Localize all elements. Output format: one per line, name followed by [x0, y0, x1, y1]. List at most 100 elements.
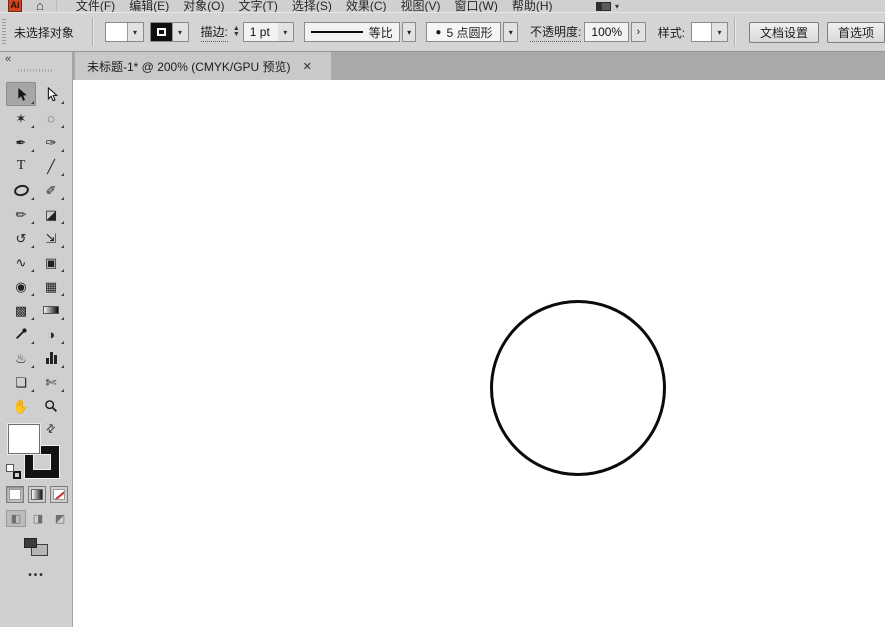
stroke-profile-dropdown[interactable]: 等比: [303, 22, 400, 42]
panel-grip[interactable]: [2, 19, 6, 45]
none-button[interactable]: [50, 486, 68, 503]
perspective-grid-tool[interactable]: ▦: [36, 274, 66, 298]
shape-builder-tool[interactable]: ◉: [6, 274, 36, 298]
ellipse-tool[interactable]: [6, 178, 36, 202]
pen-icon: ✒: [15, 134, 27, 150]
artboard-tool[interactable]: ❏: [6, 370, 36, 394]
width-tool[interactable]: ∿: [6, 250, 36, 274]
lasso-tool[interactable]: ◌: [36, 106, 66, 130]
collapse-panel-button[interactable]: «: [5, 53, 11, 65]
draw-inside-button[interactable]: ◩: [50, 510, 70, 527]
rotate-tool[interactable]: ↺: [6, 226, 36, 250]
eyedropper-tool[interactable]: [6, 322, 36, 346]
stroke-swatch[interactable]: [150, 23, 173, 41]
menu-edit[interactable]: 编辑(E): [122, 0, 176, 12]
stroke-weight-label[interactable]: 描边:: [200, 23, 228, 42]
artboard-icon: ❏: [15, 374, 27, 390]
column-graph-tool[interactable]: [36, 346, 66, 370]
chevron-down-icon[interactable]: ▾: [712, 23, 728, 41]
close-icon[interactable]: ✕: [303, 60, 312, 73]
chevron-down-icon[interactable]: ▾: [503, 22, 519, 42]
color-icon: [9, 489, 21, 500]
free-transform-tool[interactable]: ▣: [36, 250, 66, 274]
eraser-tool[interactable]: ◪: [36, 202, 66, 226]
symbol-sprayer-icon: ♨: [15, 350, 27, 366]
ellipse-shape[interactable]: [490, 300, 666, 476]
magic-wand-tool[interactable]: ✶: [6, 106, 36, 130]
gradient-tool[interactable]: [36, 298, 66, 322]
type-icon: T: [16, 158, 26, 173]
menu-select[interactable]: 选择(S): [285, 0, 339, 12]
draw-normal-button[interactable]: ◧: [6, 510, 26, 527]
free-transform-icon: ▣: [44, 254, 58, 270]
selection-tool[interactable]: [6, 82, 36, 106]
chevron-down-icon[interactable]: ▾: [277, 23, 293, 41]
menu-items: 文件(F) 编辑(E) 对象(O) 文字(T) 选择(S) 效果(C) 视图(V…: [69, 0, 560, 12]
stroke-weight-value[interactable]: 1 pt: [244, 25, 278, 39]
menu-effect[interactable]: 效果(C): [339, 0, 394, 12]
document-setup-button[interactable]: 文档设置: [749, 21, 820, 43]
menu-help[interactable]: 帮助(H): [505, 0, 560, 12]
curvature-pen-icon: ✑: [45, 134, 57, 150]
symbol-sprayer-tool[interactable]: ♨: [6, 346, 36, 370]
workspace-switcher[interactable]: ▾: [596, 0, 619, 12]
opacity-label[interactable]: 不透明度:: [530, 23, 582, 42]
curvature-tool[interactable]: ✑: [36, 130, 66, 154]
shaper-tool[interactable]: ✏: [6, 202, 36, 226]
document-tab[interactable]: 未标题-1* @ 200% (CMYK/GPU 预览) ✕: [75, 52, 331, 80]
screen-mode-button[interactable]: [24, 538, 48, 556]
chevron-down-icon[interactable]: ▾: [127, 23, 143, 41]
chevron-down-icon: ▾: [615, 1, 620, 11]
brush-dropdown[interactable]: ● 5 点圆形: [426, 22, 502, 42]
style-swatch[interactable]: [692, 23, 713, 41]
style-dropdown[interactable]: ▾: [691, 22, 729, 42]
opacity-input[interactable]: 100%: [584, 22, 630, 42]
menu-type[interactable]: 文字(T): [232, 0, 285, 12]
blend-tool[interactable]: ◑: [36, 322, 66, 346]
menu-object[interactable]: 对象(O): [176, 0, 231, 12]
edit-toolbar-button[interactable]: •••: [0, 570, 73, 581]
preferences-button[interactable]: 首选项: [827, 21, 885, 43]
line-segment-tool[interactable]: ╱: [36, 154, 66, 178]
tool-grid: ✶ ◌ ✒ ✑ T ╱ ✐ ✏ ◪ ↺ ⇲ ∿ ▣ ◉ ▦ ▩ ◑ ♨ ❏ ✄ …: [6, 82, 66, 418]
menu-window[interactable]: 窗口(W): [448, 0, 505, 12]
paintbrush-tool[interactable]: ✐: [36, 178, 66, 202]
hand-tool[interactable]: ✋: [6, 394, 36, 418]
chevron-down-icon[interactable]: ▾: [172, 23, 188, 41]
stepper-down-icon[interactable]: ▼: [233, 31, 240, 38]
home-icon[interactable]: ⌂: [36, 0, 44, 12]
scale-tool[interactable]: ⇲: [36, 226, 66, 250]
stroke-color-dropdown[interactable]: ▾: [149, 22, 189, 42]
mesh-tool[interactable]: ▩: [6, 298, 36, 322]
slice-tool[interactable]: ✄: [36, 370, 66, 394]
draw-behind-button[interactable]: ◨: [28, 510, 48, 527]
fill-swatch[interactable]: [105, 23, 128, 41]
pen-tool[interactable]: ✒: [6, 130, 36, 154]
opacity-more-button[interactable]: ›: [631, 22, 646, 42]
menu-file[interactable]: 文件(F): [69, 0, 122, 12]
panel-grip[interactable]: [18, 69, 54, 72]
mini-fill-icon: [6, 464, 14, 472]
document-tab-bar: 未标题-1* @ 200% (CMYK/GPU 预览) ✕: [73, 52, 885, 80]
artboard-canvas[interactable]: [73, 80, 885, 627]
stroke-weight-combo[interactable]: 1 pt ▾: [242, 22, 294, 42]
fill-color-dropdown[interactable]: ▾: [104, 22, 144, 42]
selection-status-label: 未选择对象: [13, 25, 74, 40]
default-fill-stroke-icon[interactable]: [6, 464, 21, 479]
drawing-mode-buttons: ◧ ◨ ◩: [6, 510, 70, 527]
width-icon: ∿: [15, 254, 27, 270]
menu-view[interactable]: 视图(V): [394, 0, 448, 12]
illustrator-window: Ai ⌂ 文件(F) 编辑(E) 对象(O) 文字(T) 选择(S) 效果(C)…: [0, 0, 885, 627]
blend-icon: ◑: [47, 326, 55, 342]
chevron-down-icon[interactable]: ▾: [401, 22, 417, 42]
gradient-button[interactable]: [28, 486, 46, 503]
swap-fill-stroke-icon[interactable]: ⇄: [43, 421, 58, 436]
zoom-tool[interactable]: [36, 394, 66, 418]
eraser-icon: ◪: [44, 206, 58, 222]
type-tool[interactable]: T: [6, 154, 36, 178]
opacity-value[interactable]: 100%: [585, 25, 628, 39]
fill-indicator[interactable]: [8, 424, 40, 454]
stroke-weight-stepper[interactable]: ▲ ▼: [233, 25, 240, 38]
color-button[interactable]: [6, 486, 24, 503]
direct-selection-tool[interactable]: [36, 82, 66, 106]
